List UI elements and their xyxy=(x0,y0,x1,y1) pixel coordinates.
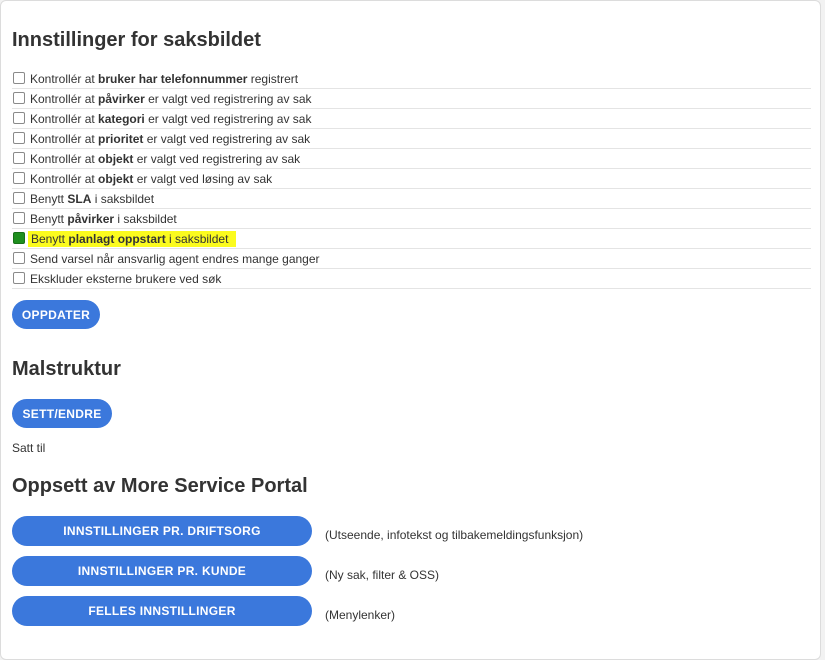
checkbox-label-bold: objekt xyxy=(98,151,134,166)
checkbox-label-text: i saksbildet xyxy=(91,191,155,206)
checkbox-label-bold: påvirker xyxy=(98,91,145,106)
set-template-button[interactable]: SETT/ENDRE xyxy=(12,399,112,428)
checkbox-label-text: Kontrollér at xyxy=(30,171,99,186)
checkbox[interactable] xyxy=(13,111,25,124)
settings-checkbox-row[interactable]: Kontrollér at bruker har telefonnummer r… xyxy=(12,69,811,89)
checkbox[interactable] xyxy=(13,151,25,164)
checkbox[interactable] xyxy=(13,91,25,104)
template-heading: Malstruktur xyxy=(12,358,121,380)
template-status: Satt til xyxy=(12,441,46,455)
checkbox-label-bold: planlagt oppstart xyxy=(68,231,166,246)
checkbox[interactable] xyxy=(13,211,25,224)
settings-checkbox-row[interactable]: Ekskluder eksterne brukere ved søk xyxy=(12,269,811,289)
settings-checkbox-row[interactable]: Send varsel når ansvarlig agent endres m… xyxy=(12,249,811,269)
checkbox-label-text: registrert xyxy=(247,71,299,86)
checkbox-label-text: Benytt xyxy=(30,211,68,226)
checkbox[interactable] xyxy=(13,271,25,284)
common-settings-note: (Menylenker) xyxy=(325,608,396,622)
settings-checkbox-row[interactable]: Kontrollér at kategori er valgt ved regi… xyxy=(12,109,811,129)
checkbox-label: Ekskluder eksterne brukere ved søk xyxy=(30,272,221,286)
update-button[interactable]: OPPDATER xyxy=(12,300,100,329)
checkbox-label: Benytt SLA i saksbildet xyxy=(30,192,154,206)
checkbox-label-text: Send varsel når ansvarlig agent endres m… xyxy=(30,251,320,266)
checkbox-label-text: er valgt ved registrering av sak xyxy=(144,91,312,106)
settings-checkbox-row[interactable]: Kontrollér at objekt er valgt ved regist… xyxy=(12,149,811,169)
checkbox-label-text: er valgt ved registrering av sak xyxy=(133,151,301,166)
common-settings-button[interactable]: FELLES INNSTILLINGER xyxy=(12,596,312,626)
checkbox-label-text: Kontrollér at xyxy=(30,151,99,166)
checkbox-label-bold: bruker har telefonnummer xyxy=(98,71,248,86)
driftsorg-settings-button[interactable]: INNSTILLINGER PR. DRIFTSORG xyxy=(12,516,312,546)
checkbox-label-bold: kategori xyxy=(98,111,145,126)
customer-settings-note: (Ny sak, filter & OSS) xyxy=(325,568,440,582)
checkbox-label-text: er valgt ved løsing av sak xyxy=(133,171,273,186)
checkbox-label: Kontrollér at kategori er valgt ved regi… xyxy=(30,112,311,126)
portal-heading: Oppsett av More Service Portal xyxy=(12,475,308,497)
checkbox-label: Benytt planlagt oppstart i saksbildet xyxy=(28,230,237,247)
checkbox-label: Kontrollér at prioritet er valgt ved reg… xyxy=(30,132,310,146)
settings-checkbox-row[interactable]: Benytt SLA i saksbildet xyxy=(12,189,811,209)
driftsorg-settings-note: (Utseende, infotekst og tilbakemeldingsf… xyxy=(325,528,584,542)
checkbox-label-text: Benytt xyxy=(31,231,69,246)
checkbox-label: Kontrollér at objekt er valgt ved løsing… xyxy=(30,172,272,186)
settings-panel: Innstillinger for saksbildet Kontrollér … xyxy=(0,0,821,660)
checkbox-label-text: er valgt ved registrering av sak xyxy=(143,131,311,146)
checkbox-label: Benytt påvirker i saksbildet xyxy=(30,212,177,226)
checkbox-label: Kontrollér at objekt er valgt ved regist… xyxy=(30,152,300,166)
checkbox-label-text: i saksbildet xyxy=(165,231,229,246)
checkbox-label-text: Ekskluder eksterne brukere ved søk xyxy=(30,271,222,286)
settings-heading: Innstillinger for saksbildet xyxy=(12,29,261,51)
checkbox-label-text: i saksbildet xyxy=(114,211,177,226)
checkbox[interactable] xyxy=(13,71,25,84)
checkbox-label-text: Kontrollér at xyxy=(30,131,99,146)
settings-checkbox-row[interactable]: Kontrollér at objekt er valgt ved løsing… xyxy=(12,169,811,189)
settings-checkbox-row[interactable]: Benytt planlagt oppstart i saksbildet xyxy=(12,229,811,249)
checkbox[interactable] xyxy=(13,251,25,264)
settings-checklist: Kontrollér at bruker har telefonnummer r… xyxy=(12,69,811,289)
checkbox[interactable] xyxy=(13,131,25,144)
settings-checkbox-row[interactable]: Kontrollér at prioritet er valgt ved reg… xyxy=(12,129,811,149)
checkbox-label-bold: påvirker xyxy=(67,211,115,226)
checkbox-label: Kontrollér at bruker har telefonnummer r… xyxy=(30,72,298,86)
settings-checkbox-row[interactable]: Kontrollér at påvirker er valgt ved regi… xyxy=(12,89,811,109)
checkbox[interactable] xyxy=(13,171,25,184)
checkbox-label-bold: objekt xyxy=(98,171,134,186)
checkbox-label-text: Benytt xyxy=(30,191,68,206)
checkbox-label-text: er valgt ved registrering av sak xyxy=(144,111,312,126)
checkbox-label: Kontrollér at påvirker er valgt ved regi… xyxy=(30,92,312,106)
checkbox-label-text: Kontrollér at xyxy=(30,91,99,106)
checkbox-label-text: Kontrollér at xyxy=(30,71,99,86)
checkbox-label: Send varsel når ansvarlig agent endres m… xyxy=(30,252,320,266)
checkbox-checked[interactable] xyxy=(13,231,25,244)
customer-settings-button[interactable]: INNSTILLINGER PR. KUNDE xyxy=(12,556,312,586)
checkbox[interactable] xyxy=(13,191,25,204)
settings-checkbox-row[interactable]: Benytt påvirker i saksbildet xyxy=(12,209,811,229)
checkbox-label-text: Kontrollér at xyxy=(30,111,99,126)
checkbox-label-bold: SLA xyxy=(67,191,92,206)
checkbox-label-bold: prioritet xyxy=(98,131,144,146)
